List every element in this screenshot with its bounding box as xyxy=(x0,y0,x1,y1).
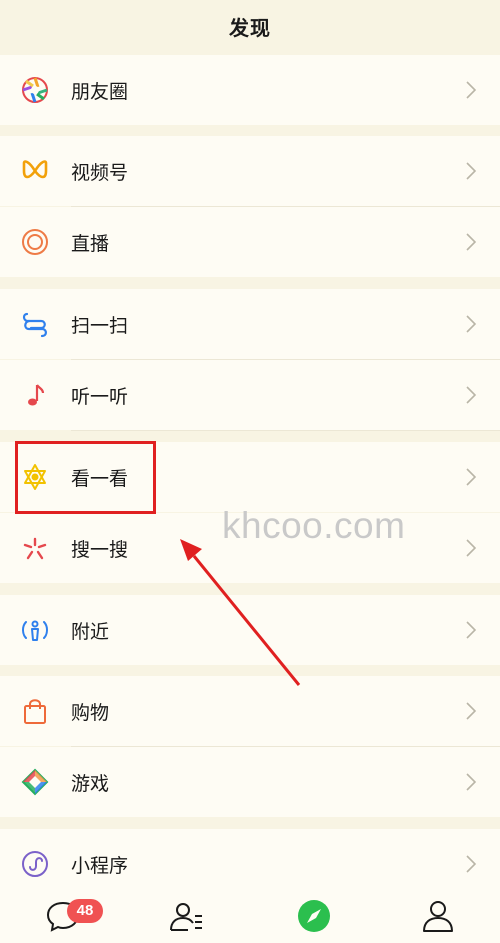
chevron-right-icon xyxy=(465,233,477,251)
menu-item-channels[interactable]: 视频号 xyxy=(0,136,500,206)
menu-label: 直播 xyxy=(71,232,110,255)
divider xyxy=(71,430,500,431)
page-title: 发现 xyxy=(229,15,271,40)
me-icon[interactable] xyxy=(420,898,456,934)
mini-program-icon xyxy=(21,850,49,878)
chevron-right-icon xyxy=(465,386,477,404)
chevron-right-icon xyxy=(465,81,477,99)
highlight-box xyxy=(15,441,156,514)
live-ring-icon xyxy=(21,228,49,256)
asterisk-icon xyxy=(21,534,49,562)
chats-unread-badge: 48 xyxy=(67,899,103,923)
chevron-right-icon xyxy=(465,315,477,333)
music-note-icon xyxy=(21,381,49,409)
chevron-right-icon xyxy=(465,468,477,486)
chevron-right-icon xyxy=(465,621,477,639)
menu-item-scan[interactable]: 扫一扫 xyxy=(0,289,500,359)
menu-label: 听一听 xyxy=(71,385,129,408)
menu-label: 小程序 xyxy=(71,854,129,877)
menu-label: 视频号 xyxy=(71,161,129,184)
diamond-icon xyxy=(21,768,49,796)
butterfly-icon xyxy=(21,157,49,185)
chevron-right-icon xyxy=(465,162,477,180)
chevron-right-icon xyxy=(465,855,477,873)
discover-icon[interactable] xyxy=(296,898,332,934)
bag-icon xyxy=(21,697,49,725)
menu-label: 购物 xyxy=(71,701,110,724)
menu-item-listen[interactable]: 听一听 xyxy=(0,360,500,430)
menu-item-live[interactable]: 直播 xyxy=(0,207,500,277)
contacts-icon[interactable] xyxy=(168,898,204,934)
chevron-right-icon xyxy=(465,539,477,557)
menu-item-moments[interactable]: 朋友圈 xyxy=(0,55,500,125)
aperture-icon xyxy=(21,76,49,104)
menu-label: 游戏 xyxy=(71,772,110,795)
menu-label: 附近 xyxy=(71,620,110,643)
menu-item-shopping[interactable]: 购物 xyxy=(0,676,500,746)
menu-item-nearby[interactable]: 附近 xyxy=(0,595,500,665)
radar-person-icon xyxy=(21,616,49,644)
watermark: khcoo.com xyxy=(222,505,406,546)
menu-label: 扫一扫 xyxy=(71,314,129,337)
menu-item-games[interactable]: 游戏 xyxy=(0,747,500,817)
chevron-right-icon xyxy=(465,773,477,791)
menu-label: 搜一搜 xyxy=(71,538,129,561)
chevron-right-icon xyxy=(465,702,477,720)
menu-label: 朋友圈 xyxy=(71,80,129,103)
scan-icon xyxy=(21,310,49,338)
